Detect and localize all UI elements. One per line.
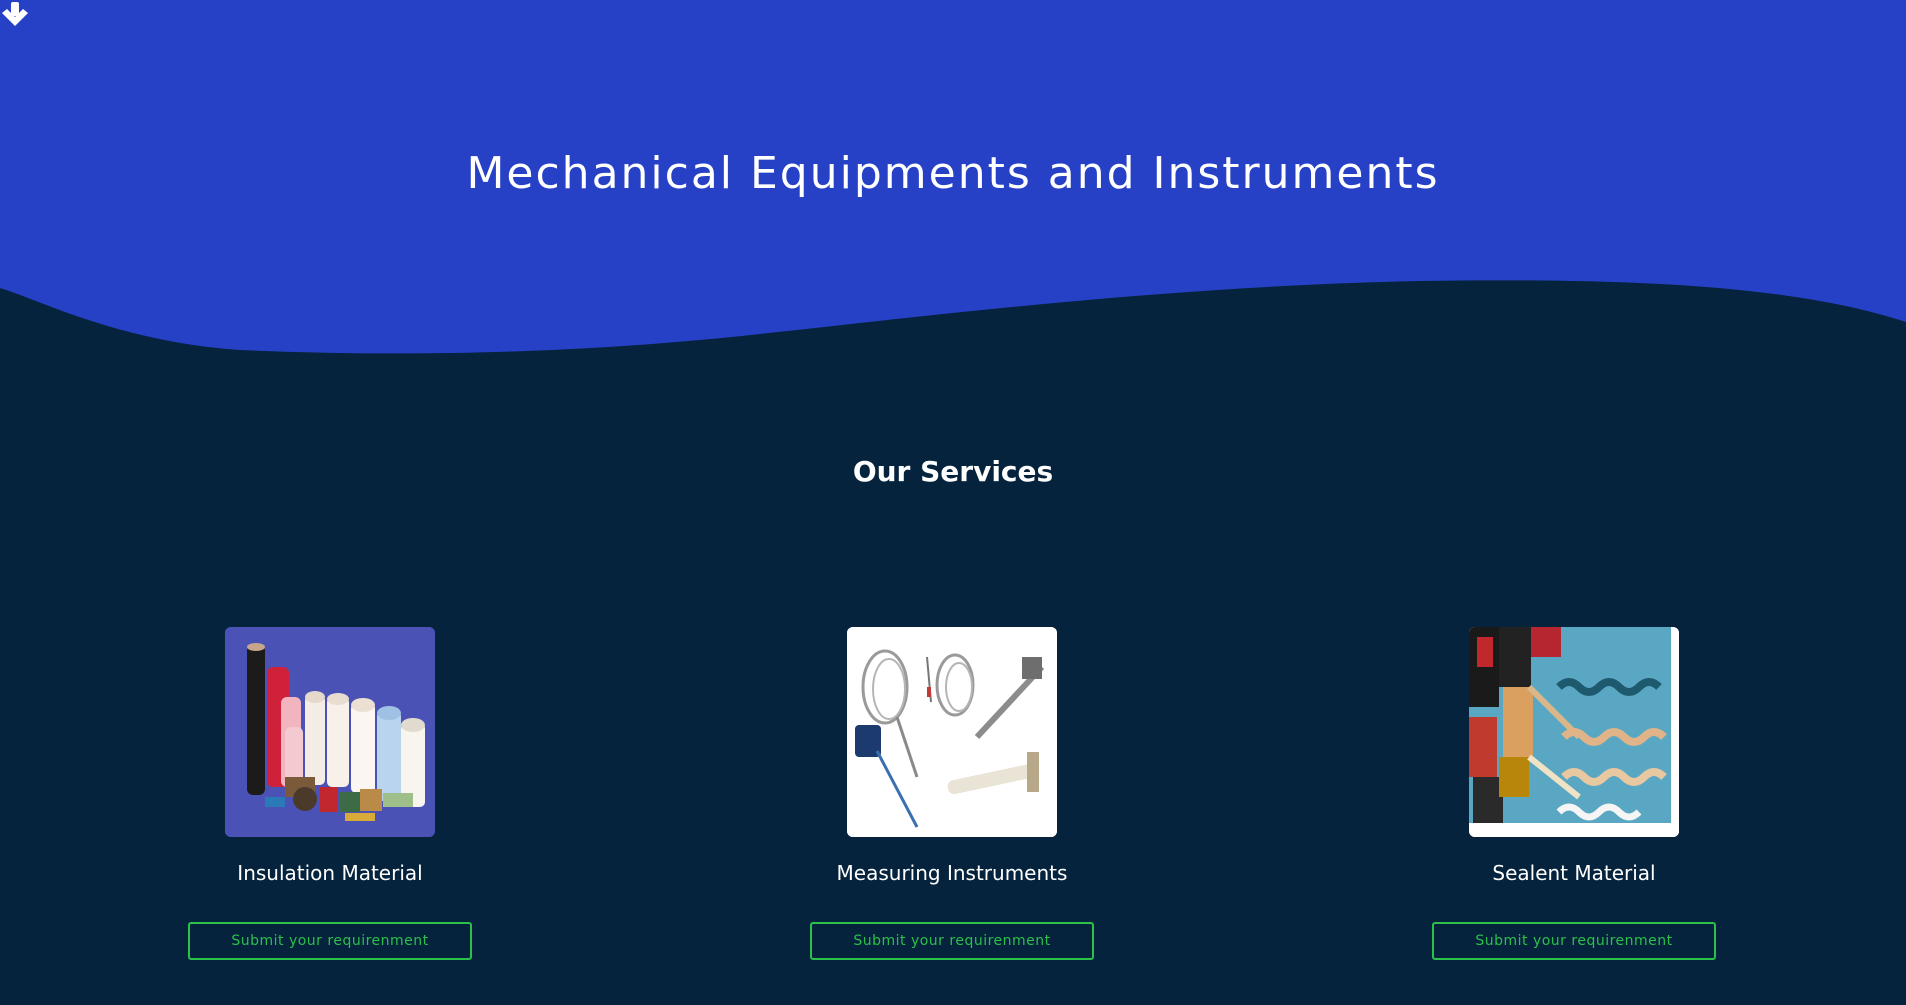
page-title: Mechanical Equipments and Instruments [466,148,1440,199]
service-name: Measuring Instruments [836,861,1068,885]
sealent-material-image [1469,627,1679,837]
service-card: Measuring Instruments Submit your requir… [802,627,1102,960]
submit-requirement-button[interactable]: Submit your requirenment [1432,922,1716,960]
submit-requirement-button[interactable]: Submit your requirenment [188,922,472,960]
insulation-material-image [225,627,435,837]
arrow-down-icon[interactable] [0,0,30,30]
service-name: Sealent Material [1492,861,1656,885]
submit-requirement-button[interactable]: Submit your requirenment [810,922,1094,960]
section-title: Our Services [852,455,1054,488]
measuring-instruments-image [847,627,1057,837]
service-card: Sealent Material Submit your requirenmen… [1424,627,1724,960]
hero-banner: Mechanical Equipments and Instruments [0,0,1906,370]
service-name: Insulation Material [237,861,423,885]
service-card: Insulation Material Submit your requiren… [180,627,480,960]
